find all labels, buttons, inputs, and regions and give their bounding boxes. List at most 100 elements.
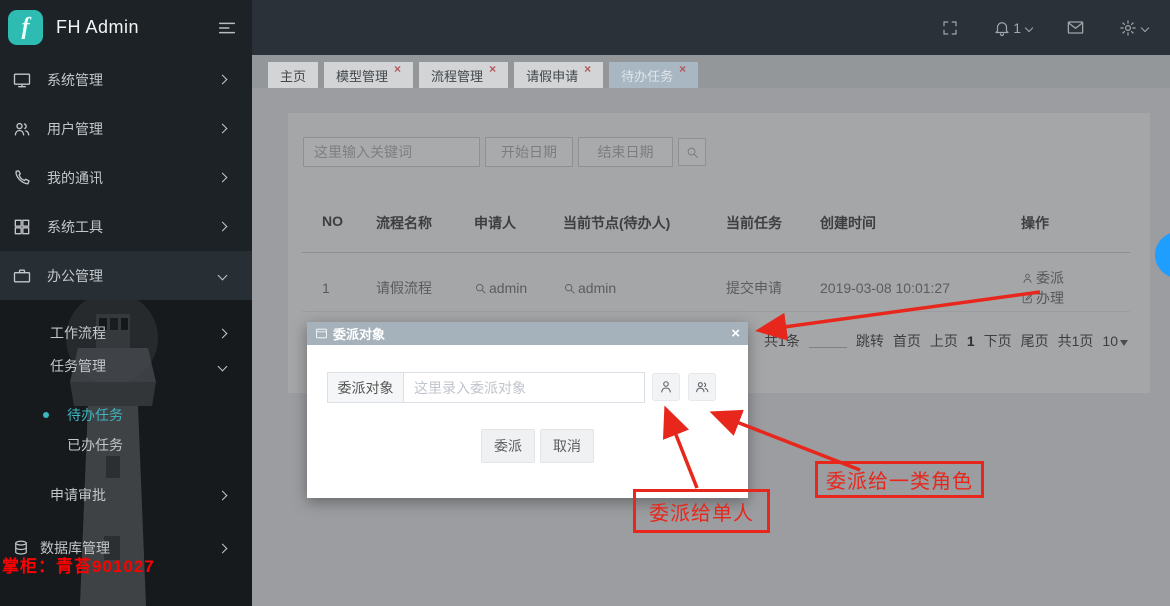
tab-close-icon[interactable]: × [679, 63, 686, 75]
people-group-icon [696, 382, 709, 393]
first-page-button[interactable]: 首页 [893, 331, 921, 351]
column-header-node: 当前节点(待办人) [563, 215, 671, 231]
keyword-search-input[interactable] [303, 137, 480, 167]
settings-menu[interactable] [1119, 19, 1150, 37]
menu-label: 办公管理 [47, 267, 103, 284]
sidebar-header: f FH Admin [0, 0, 252, 55]
action-label: 办理 [1036, 290, 1064, 306]
pagination: 共1条 跳转 首页 上页 1 下页 尾页 共1页 10 [764, 331, 1128, 351]
cell-actions: 委派 办理 [1021, 268, 1116, 308]
gear-icon [1119, 19, 1137, 37]
grid-icon [12, 217, 32, 237]
chevron-right-icon [217, 172, 228, 183]
sidebar-item-done-tasks[interactable]: 已办任务 [0, 430, 252, 460]
mail-icon[interactable] [1066, 18, 1085, 37]
delegate-cancel-button[interactable]: 取消 [540, 429, 594, 463]
chevron-right-icon [217, 328, 228, 338]
sidebar-item-todo-tasks[interactable]: 待办任务 [0, 400, 252, 430]
chevron-down-icon [1024, 23, 1034, 32]
page-size-select[interactable]: 10 [1102, 333, 1128, 349]
logo-letter: f [21, 14, 30, 40]
menu-label: 工作流程 [50, 325, 106, 341]
sidebar-item-workflow[interactable]: 工作流程 [0, 318, 252, 348]
jump-button[interactable]: 跳转 [856, 331, 884, 351]
sidebar-item-office-mgmt[interactable]: 办公管理 [0, 251, 252, 300]
dialog-header[interactable]: 委派对象 × [307, 322, 748, 345]
pick-single-person-button[interactable] [652, 373, 680, 401]
tab-close-icon[interactable]: × [489, 63, 496, 75]
page-count: 共1页 [1057, 333, 1094, 349]
close-icon[interactable]: × [731, 326, 740, 341]
table-separator [302, 311, 1130, 312]
tab-todo-tasks[interactable]: 待办任务 × [609, 62, 699, 88]
tab-close-icon[interactable]: × [584, 63, 591, 75]
edit-icon [1021, 292, 1034, 305]
handle-action-button[interactable]: 办理 [1021, 288, 1064, 308]
notification-count: 1 [1013, 19, 1021, 36]
app-logo: f [8, 10, 43, 45]
sidebar-item-user-mgmt[interactable]: 用户管理 [0, 104, 252, 153]
annotation-text: 委派给一类角色 [826, 471, 973, 493]
tab-home[interactable]: 主页 [268, 62, 319, 88]
action-label: 委派 [1036, 270, 1064, 286]
menu-label: 系统工具 [47, 218, 103, 235]
tab-model-mgmt[interactable]: 模型管理 × [324, 62, 414, 88]
phone-icon [12, 168, 32, 188]
node-name: admin [578, 280, 617, 296]
prev-page-button[interactable]: 上页 [930, 331, 958, 351]
menu-label: 待办任务 [67, 407, 123, 423]
search-icon [474, 282, 487, 295]
cell-created-time: 2019-03-08 10:01:27 [820, 280, 950, 296]
sidebar-item-apply-approve[interactable]: 申请审批 [0, 480, 252, 510]
fullscreen-icon[interactable] [941, 19, 959, 37]
menu-label: 系统管理 [47, 71, 103, 88]
tab-label: 流程管理 [431, 68, 484, 84]
cell-applicant[interactable]: admin [474, 280, 563, 296]
delegate-confirm-button[interactable]: 委派 [481, 429, 535, 463]
sidebar-item-system-tools[interactable]: 系统工具 [0, 202, 252, 251]
table-header-row: NO 流程名称 申请人 当前节点(待办人) 当前任务 创建时间 操作 [322, 213, 1116, 233]
tab-label: 请假申请 [526, 68, 579, 84]
start-date-button[interactable]: 开始日期 [485, 137, 573, 167]
delegate-dialog: 委派对象 × 委派对象 委派 取消 [307, 322, 748, 498]
sidebar-item-system-mgmt[interactable]: 系统管理 [0, 55, 252, 104]
chevron-right-icon [217, 543, 228, 553]
person-icon [661, 381, 671, 393]
menu-label: 用户管理 [47, 120, 103, 137]
cell-process-name: 请假流程 [376, 280, 432, 296]
last-page-button[interactable]: 尾页 [1021, 331, 1049, 351]
next-page-button[interactable]: 下页 [984, 331, 1012, 351]
cell-no: 1 [322, 280, 330, 296]
sidebar-collapse-icon[interactable] [216, 17, 238, 39]
tab-close-icon[interactable]: × [394, 63, 401, 75]
dialog-body: 委派对象 委派 取消 [307, 345, 748, 498]
delegate-target-input[interactable] [403, 372, 645, 403]
annotation-role-group: 委派给一类角色 [815, 461, 984, 498]
notifications-menu[interactable]: 1 [993, 19, 1034, 37]
sidebar-item-task-mgmt[interactable]: 任务管理 [0, 351, 252, 381]
sidebar-item-my-contacts[interactable]: 我的通讯 [0, 153, 252, 202]
app-title: FH Admin [56, 17, 140, 37]
chevron-right-icon [217, 490, 228, 500]
tab-process-mgmt[interactable]: 流程管理 × [419, 62, 509, 88]
menu-label: 已办任务 [67, 437, 123, 453]
column-header-actions: 操作 [1021, 215, 1049, 231]
end-date-button[interactable]: 结束日期 [578, 137, 673, 167]
total-count: 共1条 [764, 333, 800, 349]
active-bullet-icon [43, 412, 49, 418]
chevron-right-icon [217, 221, 228, 232]
bell-icon [993, 19, 1011, 37]
jump-page-input[interactable] [808, 334, 847, 348]
menu-label: 我的通讯 [47, 169, 103, 186]
chevron-right-icon [217, 123, 228, 134]
briefcase-icon [12, 266, 32, 286]
sidebar: f FH Admin 系统管理 用户管理 我的通讯 系统工具 办公管理 工作流程… [0, 0, 252, 606]
delegate-action-button[interactable]: 委派 [1021, 268, 1064, 288]
pick-role-group-button[interactable] [688, 373, 716, 401]
search-button[interactable] [678, 138, 706, 166]
cell-current-node[interactable]: admin [563, 280, 726, 296]
tab-leave-apply[interactable]: 请假申请 × [514, 62, 604, 88]
tab-label: 模型管理 [336, 68, 389, 84]
column-header-no: NO [322, 213, 343, 229]
applicant-name: admin [489, 280, 528, 296]
